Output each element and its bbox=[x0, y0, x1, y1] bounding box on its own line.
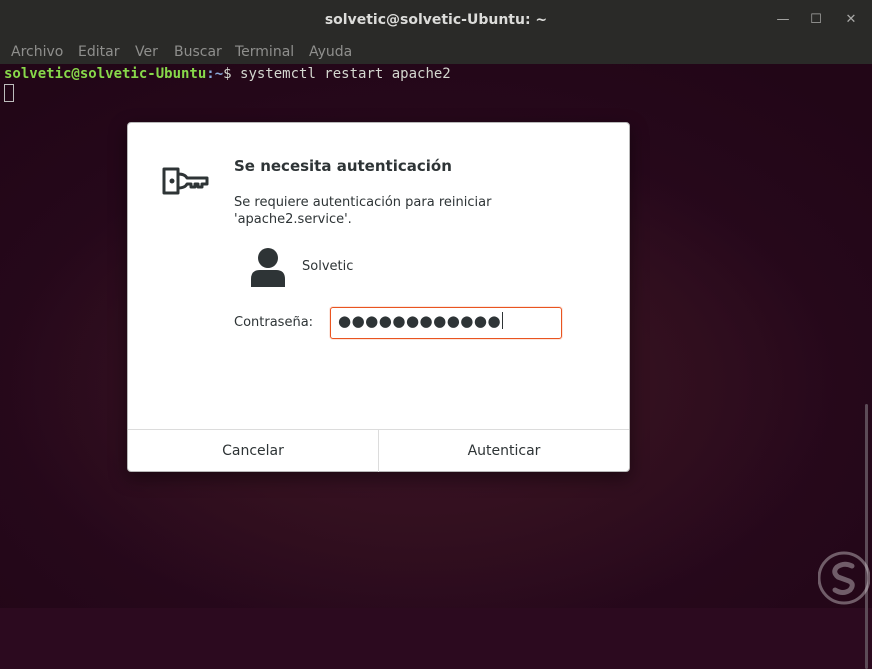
text-caret bbox=[502, 312, 504, 329]
menu-terminal[interactable]: Terminal bbox=[235, 40, 294, 64]
menu-editar[interactable]: Editar bbox=[78, 40, 119, 64]
solvetic-logo bbox=[818, 551, 870, 605]
command-text: systemctl restart apache2 bbox=[240, 66, 451, 82]
prompt-symbol: $ bbox=[223, 66, 241, 82]
user-name: Solvetic bbox=[302, 259, 354, 274]
menu-bar: Archivo Editar Ver Buscar Terminal Ayuda bbox=[0, 40, 872, 64]
scrollbar[interactable] bbox=[865, 404, 868, 669]
menu-ver[interactable]: Ver bbox=[135, 40, 158, 64]
dialog-message: Se requiere autenticación para reiniciar… bbox=[234, 195, 492, 227]
cancel-button[interactable]: Cancelar bbox=[128, 430, 378, 472]
menu-archivo[interactable]: Archivo bbox=[11, 40, 63, 64]
authentication-dialog: Se necesita autenticación Se requiere au… bbox=[127, 122, 630, 472]
prompt-user: solvetic@solvetic-Ubuntu bbox=[4, 66, 207, 82]
user-avatar-icon bbox=[251, 248, 285, 287]
prompt-path: :~ bbox=[206, 66, 224, 82]
terminal-cursor bbox=[4, 84, 14, 102]
title-bar[interactable]: solvetic@solvetic-Ubuntu: ~ — ☐ ✕ bbox=[0, 0, 872, 40]
close-icon[interactable]: ✕ bbox=[839, 8, 863, 32]
password-field[interactable]: ●●●●●●●●●●●● bbox=[330, 307, 562, 339]
password-dots: ●●●●●●●●●●●● bbox=[338, 312, 502, 330]
password-label: Contraseña: bbox=[234, 315, 314, 330]
password-mask: ●●●●●●●●●●●● bbox=[338, 312, 504, 330]
prompt-line: solvetic@solvetic-Ubuntu:~$ systemctl re… bbox=[4, 66, 451, 82]
menu-buscar[interactable]: Buscar bbox=[174, 40, 222, 64]
window-title: solvetic@solvetic-Ubuntu: ~ bbox=[324, 12, 548, 28]
maximize-icon[interactable]: ☐ bbox=[804, 8, 828, 32]
minimize-icon[interactable]: — bbox=[771, 8, 795, 32]
authenticate-button[interactable]: Autenticar bbox=[379, 430, 629, 472]
button-row: Cancelar Autenticar bbox=[128, 429, 629, 472]
key-icon bbox=[162, 167, 209, 195]
menu-ayuda[interactable]: Ayuda bbox=[309, 40, 352, 64]
dialog-title: Se necesita autenticación bbox=[234, 157, 452, 175]
